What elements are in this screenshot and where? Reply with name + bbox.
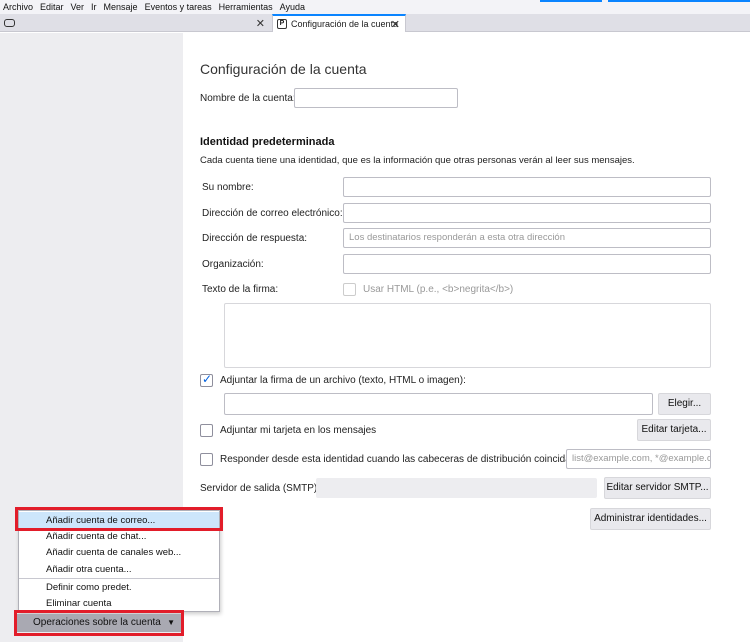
account-name-input[interactable] [294,88,458,108]
close-icon[interactable]: ✕ [391,18,400,31]
smtp-server-select[interactable] [316,478,597,498]
reply-to-label: Dirección de respuesta: [202,233,308,244]
menu-eventos-tareas[interactable]: Eventos y tareas [145,2,212,12]
your-name-label: Su nombre: [202,182,254,193]
choose-file-button[interactable]: Elegir... [658,393,711,415]
signature-file-input[interactable] [224,393,653,415]
menu-editar[interactable]: Editar [40,2,64,12]
menu-item-add-other-account[interactable]: Añadir otra cuenta... [19,561,219,578]
use-html-checkbox[interactable] [343,283,356,296]
menu-archivo[interactable]: Archivo [3,2,33,12]
menu-herramientas[interactable]: Herramientas [219,2,273,12]
your-name-input[interactable] [343,177,711,197]
tab-bar: ✕ P Configuración de la cuenta ✕ [0,14,750,32]
reply-from-label: Responder desde esta identidad cuando la… [220,454,580,465]
edit-smtp-button[interactable]: Editar servidor SMTP... [604,477,711,499]
attach-vcard-checkbox[interactable] [200,424,213,437]
menu-item-add-feed-account[interactable]: Añadir cuenta de canales web... [19,544,219,561]
tab-account-settings[interactable]: P Configuración de la cuenta ✕ [272,14,406,32]
titlebar-accent [608,0,750,2]
menu-bar: Archivo Editar Ver Ir Mensaje Eventos y … [0,0,750,14]
menu-ver[interactable]: Ver [71,2,85,12]
menu-ayuda[interactable]: Ayuda [280,2,305,12]
attach-signature-label: Adjuntar la firma de un archivo (texto, … [220,375,466,386]
identity-description: Cada cuenta tiene una identidad, que es … [200,155,635,166]
titlebar-accent [540,0,602,2]
tab-chat[interactable]: ✕ [0,14,270,32]
chat-icon [4,19,15,27]
attach-signature-checkbox[interactable] [200,372,213,387]
signature-textarea[interactable] [224,303,711,368]
identity-heading: Identidad predeterminada [200,136,335,148]
organization-label: Organización: [202,259,264,270]
account-settings-pane: Configuración de la cuenta Nombre de la … [183,33,750,642]
close-icon[interactable]: ✕ [256,17,265,30]
highlight-account-actions-button [14,610,184,636]
signature-label: Texto de la firma: [202,284,279,295]
highlight-add-mail-account [15,507,223,531]
use-html-label: Usar HTML (p.e., <b>negrita</b>) [363,284,514,295]
menu-item-set-default[interactable]: Definir como predet. [19,579,219,596]
reply-from-checkbox[interactable] [200,453,213,466]
menu-ir[interactable]: Ir [91,2,97,12]
organization-input[interactable] [343,254,711,274]
page-title: Configuración de la cuenta [200,61,367,77]
email-label: Dirección de correo electrónico: [202,208,343,219]
tab-label: Configuración de la cuenta [291,19,399,29]
account-name-label: Nombre de la cuenta: [200,93,296,104]
edit-card-button[interactable]: Editar tarjeta... [637,419,711,441]
settings-page-icon: P [277,19,287,29]
menu-mensaje[interactable]: Mensaje [104,2,138,12]
manage-identities-button[interactable]: Administrar identidades... [590,508,711,530]
attach-vcard-label: Adjuntar mi tarjeta en los mensajes [220,425,377,436]
reply-to-input[interactable]: Los destinatarios responderán a esta otr… [343,228,711,248]
reply-from-input[interactable]: list@example.com, *@example.com [566,449,711,469]
email-input[interactable] [343,203,711,223]
smtp-label: Servidor de salida (SMTP): [200,483,321,494]
